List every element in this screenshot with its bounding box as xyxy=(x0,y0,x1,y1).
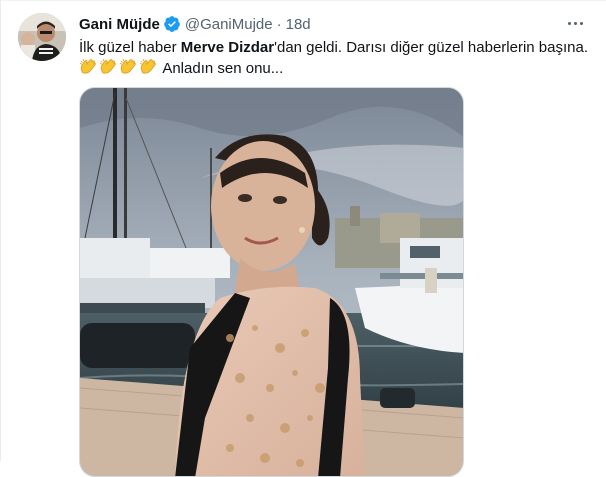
tweet-header: Gani Müjde @GaniMujde · 18d xyxy=(79,14,311,34)
tweet-text: İlk güzel haber Merve Dizdar'dan geldi. … xyxy=(79,37,589,79)
more-options-icon[interactable] xyxy=(564,13,586,33)
author-name[interactable]: Gani Müjde xyxy=(79,16,160,33)
separator-dot: · xyxy=(276,15,282,33)
clapping-hands-icon xyxy=(99,58,117,76)
author-handle[interactable]: @GaniMujde xyxy=(185,16,273,33)
avatar-image xyxy=(18,13,66,61)
avatar[interactable] xyxy=(18,13,66,61)
photo-image xyxy=(80,88,463,476)
tweet-timestamp[interactable]: 18d xyxy=(286,16,311,33)
tweet-text-part1: İlk güzel haber xyxy=(79,39,181,56)
tweet-text-part2: 'dan geldi. Darısı diğer güzel haberleri… xyxy=(274,39,588,56)
clapping-hands-icon xyxy=(119,58,137,76)
tweet-photo[interactable] xyxy=(79,87,464,477)
clapping-hands-icon xyxy=(139,58,157,76)
verified-badge-icon xyxy=(163,15,181,33)
clapping-hands-icon xyxy=(79,58,97,76)
tweet-card[interactable]: Gani Müjde @GaniMujde · 18d İlk güzel ha… xyxy=(0,0,606,477)
mentioned-name: Merve Dizdar xyxy=(180,39,275,56)
clap-emoji-group xyxy=(79,58,159,77)
tweet-text-part3: Anladın sen onu... xyxy=(159,60,284,77)
